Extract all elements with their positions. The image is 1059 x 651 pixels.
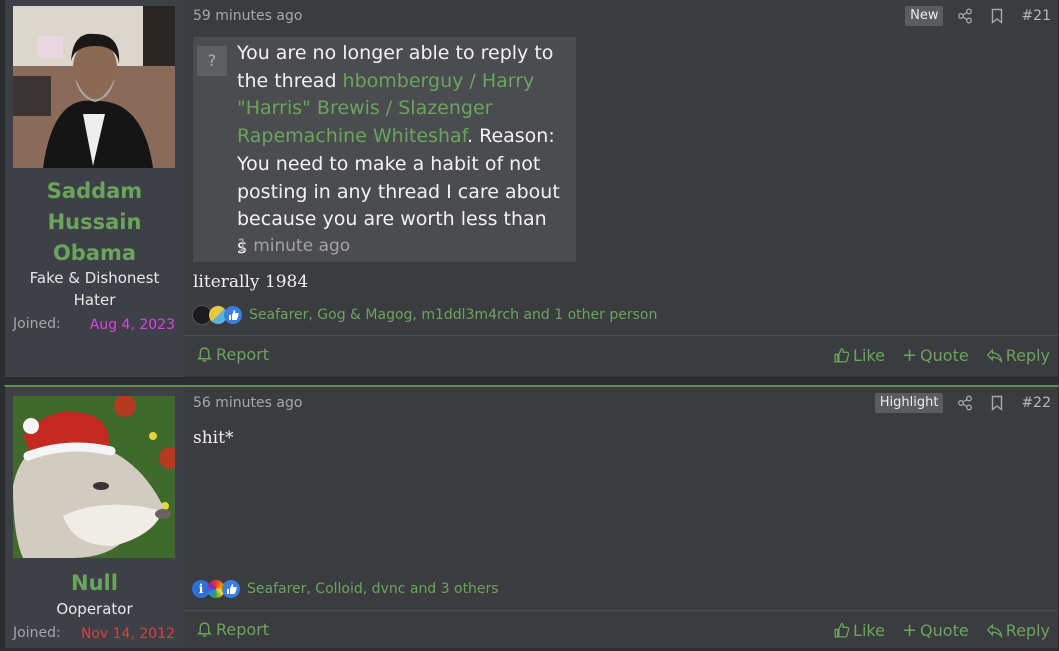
post-actions: Like + Quote Reply [816, 620, 1050, 641]
share-icon[interactable] [957, 8, 973, 24]
like-button[interactable]: Like [833, 346, 885, 365]
post-22: Null Ooperator Joined: Nov 14, 2012 56 m… [4, 385, 1059, 648]
avatar[interactable] [13, 6, 175, 168]
user-sidebar: Saddam Hussain Obama Fake & Dishonest Ha… [5, 0, 184, 377]
username-line: Saddam [46, 179, 143, 203]
joined-date: Nov 14, 2012 [80, 626, 175, 642]
username-line: Hussain [47, 210, 142, 234]
reactions-list[interactable]: Seafarer, Gog & Magog, m1ddl3m4rch and 1… [249, 307, 657, 323]
quote-button[interactable]: + Quote [902, 620, 969, 641]
quote-text: You are no longer able to reply to the t… [237, 40, 562, 262]
like-label: Like [853, 621, 885, 640]
reply-icon [986, 623, 1003, 639]
bell-icon [196, 622, 213, 637]
username-line: Null [71, 571, 118, 595]
post-timestamp[interactable]: 56 minutes ago [193, 395, 302, 411]
highlight-badge: Highlight [874, 393, 944, 413]
reply-button[interactable]: Reply [986, 346, 1050, 365]
quote-time: 1 minute ago [237, 236, 351, 256]
report-button[interactable]: Report [196, 620, 269, 639]
post-footer: Report Like + Quote Reply [184, 610, 1058, 651]
post-main: 56 minutes ago Highlight #22 shit* i Sea… [184, 387, 1058, 648]
bookmark-icon[interactable] [989, 8, 1005, 24]
report-button[interactable]: Report [196, 345, 269, 364]
thumbs-up-icon [834, 347, 850, 363]
reactions-bar[interactable]: i Seafarer, Colloid, dvnc and 3 others [192, 580, 499, 598]
post-number[interactable]: #21 [1021, 8, 1051, 24]
avatar[interactable] [13, 396, 175, 558]
thumbs-up-icon [222, 580, 240, 598]
user-sidebar: Null Ooperator Joined: Nov 14, 2012 [5, 387, 184, 648]
reactions-bar[interactable]: Seafarer, Gog & Magog, m1ddl3m4rch and 1… [192, 305, 657, 325]
joined-label: Joined: [13, 316, 61, 332]
like-label: Like [853, 346, 885, 365]
post-header-actions: Highlight #22 [874, 393, 1051, 413]
post-body: shit* [193, 428, 234, 448]
user-title-line: Hater [73, 291, 116, 309]
post-actions: Like + Quote Reply [816, 345, 1050, 366]
share-icon[interactable] [957, 395, 973, 411]
joined-label: Joined: [13, 625, 61, 641]
reactions-list[interactable]: Seafarer, Colloid, dvnc and 3 others [247, 581, 499, 597]
post-footer: Report Like + Quote Reply [184, 335, 1058, 376]
username[interactable]: Null [5, 568, 184, 599]
report-label: Report [216, 345, 270, 364]
post-main: 59 minutes ago New #21 ? You are no long… [184, 0, 1058, 377]
joined-date: Aug 4, 2023 [89, 317, 175, 333]
reply-label: Reply [1005, 346, 1050, 365]
post-header-actions: New #21 [905, 6, 1051, 26]
quote-button[interactable]: + Quote [902, 345, 969, 366]
username-line: Obama [52, 241, 137, 265]
post-body: literally 1984 [193, 272, 309, 292]
post-timestamp[interactable]: 59 minutes ago [193, 8, 302, 24]
thumbs-up-icon [834, 622, 850, 638]
plus-icon: + [901, 345, 918, 366]
reply-label: Reply [1005, 621, 1050, 640]
plus-icon: + [901, 620, 918, 641]
bell-icon [196, 347, 213, 362]
user-title: Fake & Dishonest Hater [5, 267, 184, 311]
like-button[interactable]: Like [833, 621, 885, 640]
thumbs-up-icon [224, 306, 242, 324]
quote-label: Quote [920, 346, 969, 365]
user-title: Ooperator [5, 598, 184, 620]
question-mark-icon: ? [197, 46, 227, 76]
username[interactable]: Saddam Hussain Obama [5, 176, 184, 269]
quote-label: Quote [920, 621, 969, 640]
post-number[interactable]: #22 [1021, 395, 1051, 411]
bookmark-icon[interactable] [989, 395, 1005, 411]
user-title-line: Fake & Dishonest [29, 269, 160, 287]
user-title-line: Ooperator [56, 600, 133, 618]
new-badge: New [905, 6, 944, 26]
report-label: Report [216, 620, 270, 639]
post-21: Saddam Hussain Obama Fake & Dishonest Ha… [4, 0, 1059, 378]
quoted-notice: ? You are no longer able to reply to the… [193, 37, 576, 262]
reply-icon [986, 348, 1003, 364]
reply-button[interactable]: Reply [986, 621, 1050, 640]
